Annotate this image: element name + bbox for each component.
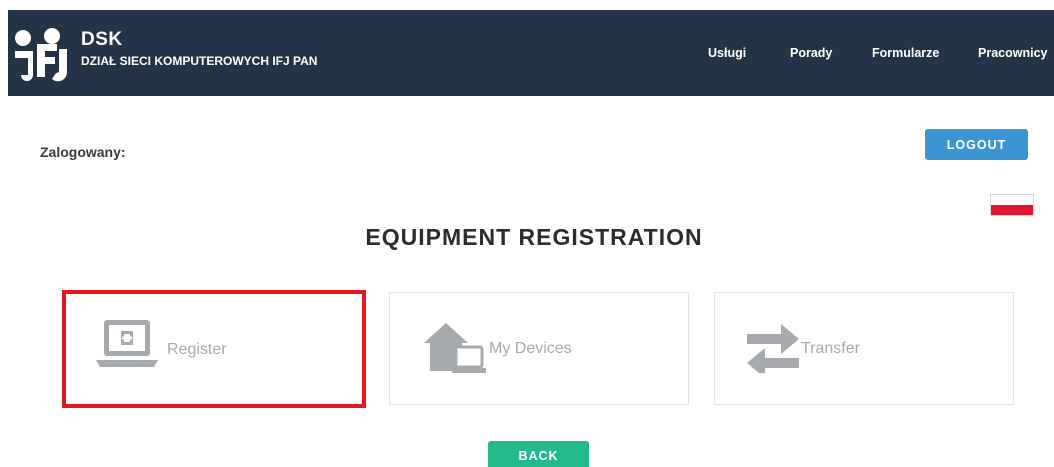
logged-in-label: Zalogowany: bbox=[40, 144, 126, 160]
header-bar: DSK DZIAŁ SIECI KOMPUTEROWYCH IFJ PAN Us… bbox=[8, 10, 1054, 96]
laptop-plus-icon bbox=[96, 320, 158, 367]
home-devices-icon bbox=[424, 323, 486, 373]
transfer-arrows-icon bbox=[747, 324, 799, 373]
page-title: EQUIPMENT REGISTRATION bbox=[365, 224, 703, 250]
nav-pracownicy[interactable]: Pracownicy bbox=[978, 46, 1047, 60]
register-tile[interactable]: Register bbox=[62, 290, 366, 408]
nav-porady[interactable]: Porady bbox=[790, 46, 832, 60]
transfer-label: Transfer bbox=[801, 340, 860, 357]
my-devices-tile[interactable]: My Devices bbox=[389, 292, 689, 405]
poland-flag-icon[interactable] bbox=[990, 194, 1034, 216]
nav-formularze[interactable]: Formularze bbox=[872, 46, 939, 60]
brand-subtitle: DZIAŁ SIECI KOMPUTEROWYCH IFJ PAN bbox=[81, 54, 318, 68]
logout-button[interactable]: LOGOUT bbox=[925, 129, 1028, 160]
nav-uslugi[interactable]: Usługi bbox=[708, 46, 746, 60]
transfer-tile[interactable]: Transfer bbox=[714, 292, 1014, 405]
brand-title: DSK bbox=[81, 29, 123, 50]
back-button[interactable]: BACK bbox=[488, 441, 589, 467]
my-devices-label: My Devices bbox=[489, 340, 572, 357]
ifj-logo-icon[interactable] bbox=[12, 24, 68, 82]
flag-red-stripe bbox=[991, 205, 1033, 215]
register-label: Register bbox=[167, 341, 227, 358]
flag-white-stripe bbox=[991, 195, 1033, 205]
